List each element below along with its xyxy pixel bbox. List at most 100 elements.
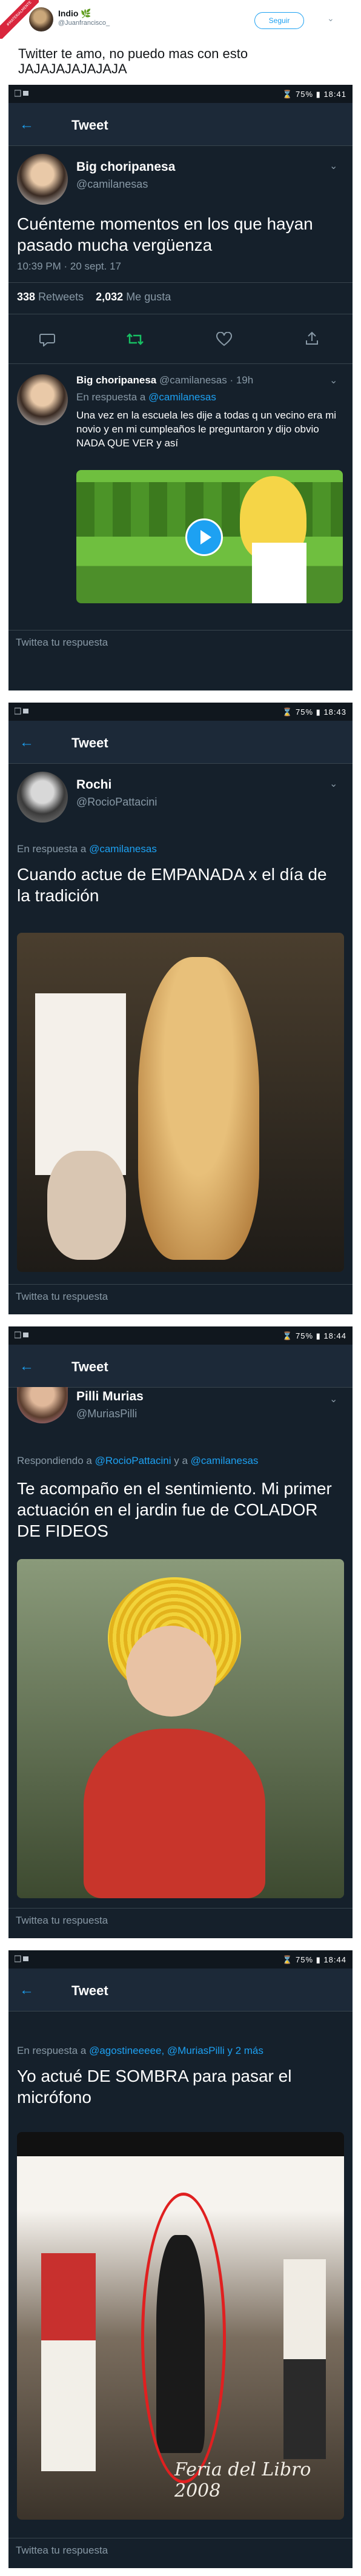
back-arrow-icon[interactable]: ←	[19, 1982, 34, 1999]
reply-input[interactable]: Twittea tu respuesta	[8, 1284, 353, 1308]
nav-bar: ← Tweet	[8, 1345, 353, 1388]
in-reply-prefix: Respondiendo a	[17, 1455, 92, 1466]
back-arrow-icon[interactable]: ←	[19, 1358, 34, 1375]
chevron-down-icon[interactable]: ⌄	[327, 13, 334, 24]
in-reply-to: En respuesta a @camilanesas	[17, 843, 157, 855]
more-mentions-link[interactable]: y 2 más	[227, 2045, 263, 2056]
author-name-text: Indio	[58, 8, 79, 18]
reply-icon[interactable]	[39, 332, 56, 346]
avatar[interactable]	[17, 772, 68, 823]
status-bar: ⌛ 75% ▮ 18:43	[8, 703, 353, 721]
screenshot-1: ⌛ 75% ▮ 18:41 ← Tweet Big choripanesa @c…	[8, 85, 353, 690]
battery-icon: ▮	[316, 707, 321, 717]
battery-icon: ▮	[316, 1955, 321, 1964]
status-right: ⌛ 75% ▮ 18:44	[282, 1955, 346, 1965]
mention-link[interactable]: @agostineeeee,	[89, 2045, 164, 2056]
reply-input[interactable]: Twittea tu respuesta	[8, 2538, 353, 2562]
status-left-icons	[14, 1955, 35, 1964]
tweet-text: Te acompaño en el sentimiento. Mi primer…	[17, 1479, 332, 1540]
screenshot-3: ⌛ 75% ▮ 18:44 ← Tweet Pilli Murias @Muri…	[8, 1326, 353, 1938]
avatar[interactable]	[17, 154, 68, 205]
photo-caption: Feria del Libro 2008	[174, 2459, 311, 2502]
reply-input[interactable]: Twittea tu respuesta	[8, 630, 353, 654]
tweet-text: Cuénteme momentos en los que hayan pasad…	[17, 214, 313, 254]
tweet-photo[interactable]: Feria del Libro 2008	[17, 2132, 344, 2520]
in-reply-prefix: En respuesta a	[76, 391, 146, 403]
author-name[interactable]: Indio 🌿	[58, 8, 91, 19]
author-name[interactable]: Pilli Murias	[76, 1389, 144, 1404]
action-bar	[8, 315, 353, 363]
battery-icon: ▮	[316, 90, 321, 99]
child-figure-2	[47, 1151, 126, 1260]
author-handle[interactable]: @MuriasPilli	[76, 1408, 137, 1420]
clock: 18:41	[323, 90, 346, 99]
notification-icons	[14, 90, 28, 97]
status-left-icons	[14, 90, 35, 99]
child-figure	[35, 993, 126, 1175]
wifi-icon: ⌛	[282, 707, 293, 717]
red-circle-annotation	[141, 2193, 226, 2483]
divider	[8, 282, 353, 283]
retweet-count: 338	[17, 291, 36, 303]
nav-bar: ← Tweet	[8, 1968, 353, 2011]
author-handle[interactable]: @camilanesas	[76, 178, 148, 191]
clock: 18:43	[323, 707, 346, 717]
share-icon[interactable]	[304, 331, 320, 346]
performer-right	[283, 2259, 326, 2459]
author-name[interactable]: Rochi	[76, 778, 111, 792]
retweet-icon[interactable]	[126, 332, 144, 346]
author-name[interactable]: Big choripanesa	[76, 374, 156, 386]
wifi-icon: ⌛	[282, 1331, 293, 1340]
in-reply-to: Respondiendo a @RocioPattacini y a @cami…	[17, 1455, 258, 1467]
mention-link[interactable]: @camilanesas	[89, 843, 157, 855]
video-thumbnail[interactable]	[76, 470, 343, 603]
performer-left	[41, 2253, 96, 2471]
author-handle[interactable]: @Juanfrancisco_	[58, 19, 110, 27]
page-title: Tweet	[71, 735, 108, 750]
battery-level: 75%	[296, 90, 314, 99]
chevron-down-icon[interactable]: ⌄	[330, 778, 337, 790]
tweet-photo[interactable]	[17, 1559, 344, 1898]
avatar[interactable]	[17, 374, 68, 425]
chevron-down-icon[interactable]: ⌄	[330, 374, 337, 386]
battery-level: 75%	[296, 707, 314, 717]
screenshot-4: ⌛ 75% ▮ 18:44 ← Tweet En respuesta a @ag…	[8, 1950, 353, 2568]
tweet-text: Yo actué DE SOMBRA para pasar el micrófo…	[17, 2067, 292, 2107]
avatar[interactable]	[29, 7, 53, 31]
child-face	[126, 1626, 217, 1717]
play-icon[interactable]	[185, 518, 223, 556]
notification-icons	[14, 1331, 28, 1339]
in-reply-to: En respuesta a @camilanesas	[76, 391, 216, 403]
author-handle[interactable]: @camilanesas · 19h	[159, 374, 253, 386]
mention-link[interactable]: @camilanesas	[191, 1455, 259, 1466]
clock: 18:44	[323, 1331, 346, 1340]
like-label[interactable]: Me gusta	[126, 291, 171, 303]
screenshot-2: ⌛ 75% ▮ 18:43 ← Tweet Rochi @RocioPattac…	[8, 703, 353, 1314]
tweet-text: Cuando actue de EMPANADA x el día de la …	[17, 865, 327, 905]
follow-button[interactable]: Seguir	[254, 12, 304, 29]
back-arrow-icon[interactable]: ←	[19, 734, 34, 751]
chevron-down-icon[interactable]: ⌄	[330, 1393, 337, 1405]
chevron-down-icon[interactable]: ⌄	[330, 160, 337, 172]
back-arrow-icon[interactable]: ←	[19, 116, 34, 133]
tweet-photo[interactable]	[17, 933, 344, 1272]
wifi-icon: ⌛	[282, 1955, 293, 1964]
mention-link[interactable]: @MuriasPilli	[167, 2045, 225, 2056]
battery-level: 75%	[296, 1331, 314, 1340]
status-bar: ⌛ 75% ▮ 18:44	[8, 1326, 353, 1345]
mention-link[interactable]: @RocioPattacini	[95, 1455, 171, 1466]
status-left-icons	[14, 1331, 35, 1340]
retweet-label[interactable]: Retweets	[38, 291, 84, 303]
author-handle[interactable]: @RocioPattacini	[76, 796, 157, 809]
notification-icons	[14, 1955, 28, 1962]
in-reply-prefix: En respuesta a	[17, 2045, 87, 2056]
avatar[interactable]	[17, 1387, 68, 1423]
clock: 18:44	[323, 1955, 346, 1964]
like-icon[interactable]	[216, 332, 233, 346]
divider	[8, 363, 353, 364]
wifi-icon: ⌛	[282, 90, 293, 99]
reply-input[interactable]: Twittea tu respuesta	[8, 1908, 353, 1932]
mention-link[interactable]: @camilanesas	[148, 391, 216, 403]
author-name[interactable]: Big choripanesa	[76, 160, 175, 174]
in-reply-prefix: En respuesta a	[17, 843, 87, 855]
